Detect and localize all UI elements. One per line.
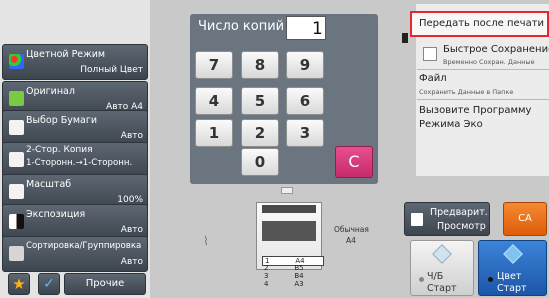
quick-save-checkbox[interactable]: [423, 47, 437, 61]
send-after-print-label: Передать после печати: [419, 18, 545, 29]
sort-value: Авто: [120, 257, 143, 267]
copies-label: Число копий: [198, 19, 285, 34]
color-mode-value: Полный Цвет: [80, 65, 143, 75]
paper-label: Выбор Бумаги: [26, 115, 98, 126]
duplex-value: 1-Сторонн.→1-Сторонн.: [26, 158, 133, 168]
color-mode-icon: [9, 54, 24, 69]
other-button[interactable]: Прочие: [64, 273, 146, 295]
media-type: Обычная: [334, 225, 369, 234]
machine-tray-window: [262, 221, 316, 241]
bw-start-line1: Ч/Б: [427, 271, 444, 282]
check-icon: ✓: [43, 276, 55, 292]
quick-save-sub: Временно Сохран. Данные: [443, 58, 535, 66]
duplex-copy-button[interactable]: 2-Стор. Копия 1-Сторонн.→1-Сторонн.: [2, 142, 148, 178]
collapse-icon[interactable]: [402, 33, 408, 43]
original-icon: [9, 91, 24, 106]
tray-row: 2 B5: [264, 264, 304, 272]
key-9[interactable]: 9: [286, 51, 324, 79]
key-8[interactable]: 8: [241, 51, 279, 79]
bw-start-diamond-icon: [432, 244, 452, 264]
color-mode-label: Цветной Режим: [26, 49, 106, 60]
paper-icon: [9, 120, 24, 135]
color-start-line2: Старт: [497, 283, 527, 294]
paper-value: Авто: [120, 131, 143, 141]
media-size: A4: [346, 236, 356, 245]
exposure-value: Авто: [120, 225, 143, 235]
other-label: Прочие: [85, 278, 125, 289]
bw-start-indicator: [419, 277, 424, 282]
scale-icon: [9, 184, 24, 199]
exposure-button[interactable]: Экспозиция Авто: [2, 204, 148, 240]
quick-save-label: Быстрое Сохранение: [443, 44, 549, 55]
eco-line1[interactable]: Вызовите Программу: [419, 105, 531, 116]
key-2[interactable]: 2: [241, 119, 279, 147]
color-mode-button[interactable]: Цветной Режим Полный Цвет: [2, 44, 148, 80]
paper-select-button[interactable]: Выбор Бумаги Авто: [2, 110, 148, 146]
preview-icon: [411, 213, 423, 226]
duplex-label: 2-Стор. Копия: [26, 145, 93, 155]
key-5[interactable]: 5: [241, 87, 279, 115]
bypass-tray-icon: ⌇: [203, 234, 209, 248]
sort-group-button[interactable]: Сортировка/Группировка Авто: [2, 236, 148, 272]
sort-label: Сортировка/Группировка: [26, 241, 142, 251]
duplex-icon: [9, 152, 24, 167]
divider: [417, 99, 549, 100]
key-7[interactable]: 7: [195, 51, 233, 79]
tray-row: 3 B4: [264, 272, 304, 280]
ca-button[interactable]: CA: [503, 202, 547, 236]
color-start-indicator: [488, 277, 493, 282]
key-4[interactable]: 4: [195, 87, 233, 115]
key-0[interactable]: 0: [241, 148, 279, 176]
machine-top: [262, 205, 316, 213]
eco-line2[interactable]: Режима Эко: [419, 119, 483, 130]
output-tray-icon: [281, 187, 293, 194]
exposure-icon: [9, 214, 24, 229]
color-start-diamond-icon: [503, 244, 523, 264]
key-1[interactable]: 1: [195, 119, 233, 147]
key-6[interactable]: 6: [286, 87, 324, 115]
star-icon: ★: [12, 275, 26, 293]
bw-start-button[interactable]: Ч/Б Старт: [410, 240, 474, 296]
color-start-line1: Цвет: [497, 271, 522, 282]
tray-row: 4 A3: [264, 280, 304, 288]
preview-line2: Просмотр: [437, 221, 486, 232]
favorite-button[interactable]: ★: [8, 273, 30, 295]
file-sub: Сохранить Данные в Папке: [419, 88, 514, 96]
original-label: Оригинал: [26, 86, 75, 97]
divider: [417, 69, 549, 70]
ca-label: CA: [518, 213, 532, 224]
exposure-label: Экспозиция: [26, 209, 86, 220]
scale-label: Масштаб: [26, 179, 72, 190]
color-start-button[interactable]: Цвет Старт: [478, 240, 547, 296]
key-3[interactable]: 3: [286, 119, 324, 147]
sort-icon: [9, 246, 24, 261]
copies-value: 1: [312, 19, 323, 39]
clear-label: C: [348, 152, 360, 171]
preview-line1: Предварит.: [430, 207, 488, 218]
bw-start-line2: Старт: [427, 283, 457, 294]
preview-button[interactable]: Предварит. Просмотр: [404, 202, 490, 236]
clear-button[interactable]: C: [335, 146, 373, 178]
file-label[interactable]: Файл: [419, 73, 447, 84]
checkmark-button[interactable]: ✓: [38, 273, 60, 295]
